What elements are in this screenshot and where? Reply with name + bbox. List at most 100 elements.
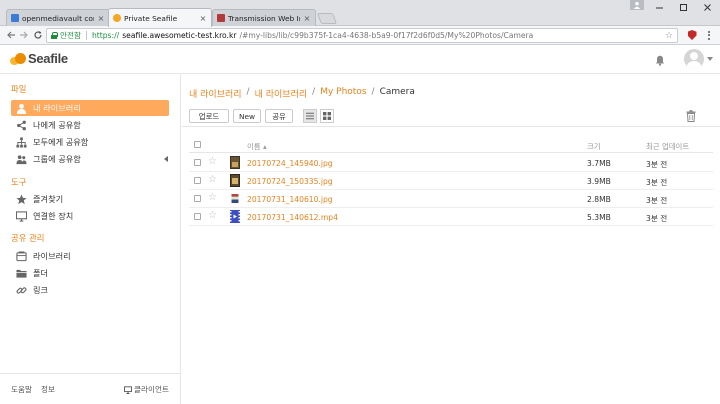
column-updated[interactable]: 최근 업데이트 xyxy=(646,141,689,152)
star-outline-icon[interactable]: ☆ xyxy=(208,210,217,221)
tab-favicon xyxy=(217,14,225,22)
file-updated: 3분 전 xyxy=(646,160,668,169)
seafile-header: Seafile xyxy=(0,45,720,74)
table-row[interactable]: ☆ 20170724_145940.jpg 3.7MB 3분 전 xyxy=(189,154,713,172)
sidebar-item-shared-with-me[interactable]: 나에게 공유함 xyxy=(11,117,169,133)
sidebar-item-label: 폴더 xyxy=(33,268,49,278)
close-window-icon[interactable] xyxy=(695,0,719,14)
clients-label: 클라이언트 xyxy=(134,385,169,394)
tab-close-icon[interactable]: × xyxy=(303,14,311,23)
table-row[interactable]: ☆ 20170731_140612.mp4 5.3MB 3분 전 xyxy=(189,208,713,226)
sidebar-item-shared-with-all[interactable]: 모두에게 공유함 xyxy=(11,134,169,150)
share-icon xyxy=(15,119,27,131)
bookmark-star-icon[interactable]: ☆ xyxy=(665,31,673,41)
tab-close-icon[interactable]: × xyxy=(97,14,105,23)
chevron-down-icon[interactable] xyxy=(707,57,713,61)
sidebar-item-label: 라이브러리 xyxy=(33,251,71,261)
file-name-link[interactable]: 20170731_140612.mp4 xyxy=(247,213,338,222)
url-protocol: https:// xyxy=(91,31,120,40)
star-icon xyxy=(15,193,27,205)
folder-icon xyxy=(15,267,27,279)
image-thumbnail-icon[interactable] xyxy=(230,194,240,203)
select-all-checkbox[interactable] xyxy=(194,141,201,148)
main-content: 내 라이브러리 / 내 라이브러리 / My Photos / Camera 업… xyxy=(182,74,720,404)
url-path: /#my-libs/lib/c99b375f-1ca4-4638-b5a9-0f… xyxy=(239,31,534,40)
star-outline-icon[interactable]: ☆ xyxy=(208,192,217,203)
star-outline-icon[interactable]: ☆ xyxy=(208,174,217,185)
breadcrumb-my-photos[interactable]: My Photos xyxy=(320,87,366,100)
maximize-icon[interactable] xyxy=(671,0,695,14)
row-checkbox[interactable] xyxy=(194,159,201,166)
help-link[interactable]: 도움말 xyxy=(11,384,32,395)
browser-profile-icon[interactable] xyxy=(630,0,644,10)
minimize-icon[interactable] xyxy=(647,0,671,14)
tab-transmission[interactable]: Transmission Web Inter × xyxy=(212,9,316,26)
sidebar: 파일 내 라이브러리 나에게 공유함 모두에게 공유함 그룹에 공유함 도구 즐… xyxy=(0,74,181,404)
row-checkbox[interactable] xyxy=(194,195,201,202)
grid-view-icon[interactable] xyxy=(320,109,334,123)
logo-text: Seafile xyxy=(28,51,68,66)
sidebar-item-starred[interactable]: 즐겨찾기 xyxy=(11,191,169,207)
tab-title: openmediavault contro xyxy=(22,13,94,23)
breadcrumb-current: Camera xyxy=(379,87,415,97)
row-checkbox[interactable] xyxy=(194,177,201,184)
browser-menu-icon[interactable] xyxy=(703,29,715,41)
video-file-icon[interactable] xyxy=(230,210,240,223)
column-size[interactable]: 크기 xyxy=(587,141,601,152)
sidebar-item-label: 나에게 공유함 xyxy=(33,120,81,130)
row-checkbox[interactable] xyxy=(194,213,201,220)
link-icon xyxy=(15,284,27,296)
notification-bell-icon[interactable] xyxy=(655,55,665,66)
file-name-link[interactable]: 20170731_140610.jpg xyxy=(247,195,333,204)
sidebar-section-files: 파일 xyxy=(11,84,27,94)
tab-private-seafile[interactable]: Private Seafile × xyxy=(108,8,212,27)
sidebar-item-label: 즐겨찾기 xyxy=(33,194,64,204)
table-row[interactable]: ☆ 20170731_140610.jpg 2.8MB 3분 전 xyxy=(189,190,713,208)
org-icon xyxy=(15,136,27,148)
new-tab-button[interactable] xyxy=(316,13,338,24)
operation-bar: 업로드 New 공유 xyxy=(182,105,720,127)
collapse-caret-icon[interactable] xyxy=(164,156,168,162)
url-host: seafile.awesometic-test.kro.kr xyxy=(122,31,237,40)
table-row[interactable]: ☆ 20170724_150335.jpg 3.9MB 3분 전 xyxy=(189,172,713,190)
trash-icon[interactable] xyxy=(686,110,696,122)
list-view-icon[interactable] xyxy=(303,109,317,123)
new-button[interactable]: New xyxy=(233,109,261,123)
file-updated: 3분 전 xyxy=(646,214,668,223)
file-size: 3.7MB xyxy=(587,159,611,168)
about-link[interactable]: 정보 xyxy=(41,384,55,395)
sidebar-item-my-libraries[interactable]: 내 라이브러리 xyxy=(11,100,169,116)
secure-label: 안전함 xyxy=(60,31,81,40)
breadcrumb-my-libraries-2[interactable]: 내 라이브러리 xyxy=(255,87,308,100)
file-name-link[interactable]: 20170724_145940.jpg xyxy=(247,159,333,168)
seafile-logo[interactable]: Seafile xyxy=(10,51,68,66)
sidebar-item-label: 내 라이브러리 xyxy=(33,103,81,113)
column-name[interactable]: 이름 ▴ xyxy=(247,141,267,152)
forward-icon[interactable] xyxy=(17,28,31,42)
breadcrumb-my-libraries[interactable]: 내 라이브러리 xyxy=(189,87,242,100)
star-outline-icon[interactable]: ☆ xyxy=(208,156,217,167)
tab-openmediavault[interactable]: openmediavault contro × xyxy=(6,9,110,26)
user-avatar[interactable] xyxy=(684,49,704,69)
desktop-client-icon xyxy=(124,385,132,394)
sidebar-item-share-libraries[interactable]: 라이브러리 xyxy=(11,248,169,264)
sidebar-item-devices[interactable]: 연결한 장치 xyxy=(11,208,169,224)
tab-favicon xyxy=(113,14,121,22)
clients-link[interactable]: 클라이언트 xyxy=(124,384,169,395)
file-name-link[interactable]: 20170724_150335.jpg xyxy=(247,177,333,186)
tab-close-icon[interactable]: × xyxy=(199,14,207,23)
sidebar-item-share-links[interactable]: 링크 xyxy=(11,282,169,298)
image-thumbnail-icon[interactable] xyxy=(230,156,240,169)
sidebar-item-shared-with-groups[interactable]: 그룹에 공유함 xyxy=(11,151,169,167)
upload-button[interactable]: 업로드 xyxy=(189,109,229,123)
sidebar-item-share-folders[interactable]: 폴더 xyxy=(11,265,169,281)
image-thumbnail-icon[interactable] xyxy=(230,174,240,187)
sidebar-item-label: 연결한 장치 xyxy=(33,211,74,221)
extension-shield-icon[interactable] xyxy=(686,29,698,41)
reload-icon[interactable] xyxy=(31,28,45,42)
address-separator xyxy=(85,31,87,40)
address-bar[interactable]: 안전함 https://seafile.awesometic-test.kro.… xyxy=(46,28,678,43)
share-button[interactable]: 공유 xyxy=(265,109,293,123)
back-icon[interactable] xyxy=(4,28,18,42)
breadcrumb-separator: / xyxy=(312,87,316,97)
